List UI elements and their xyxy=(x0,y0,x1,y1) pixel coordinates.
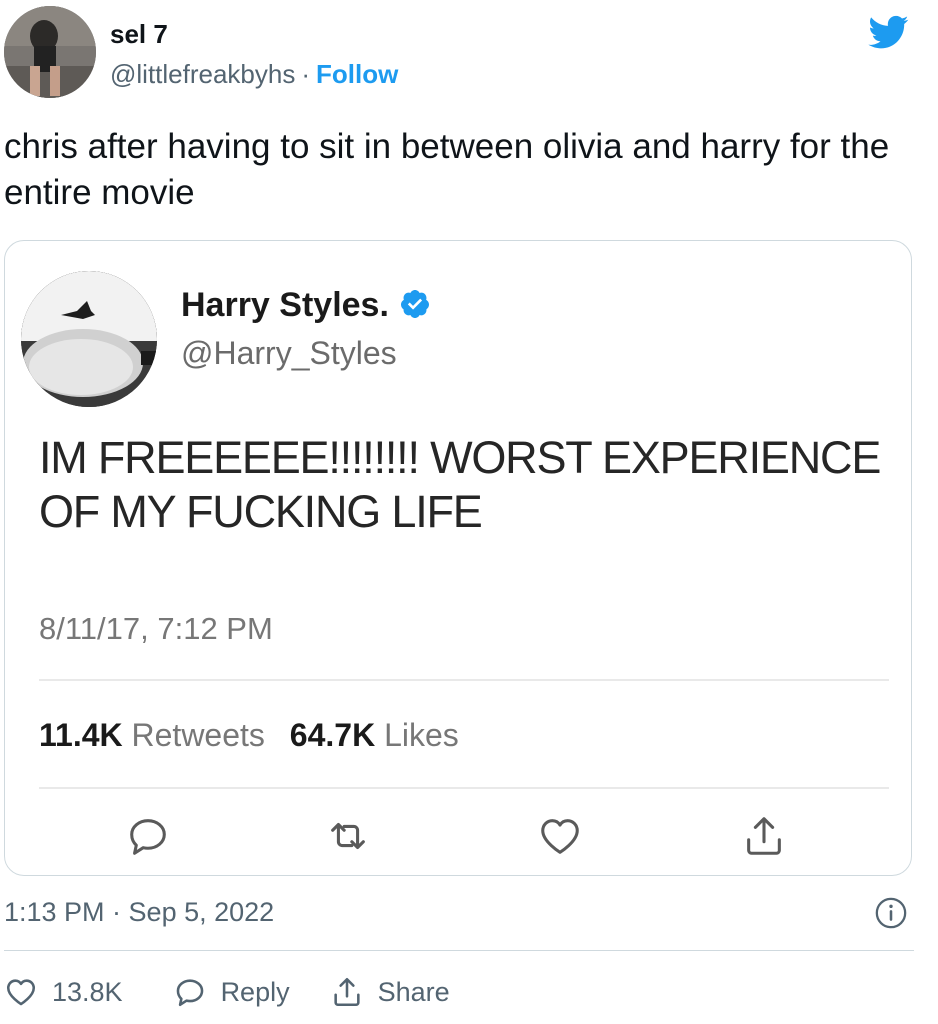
author-avatar[interactable] xyxy=(4,6,96,98)
footer-divider xyxy=(4,950,914,951)
reply-icon xyxy=(176,979,203,1007)
embedded-timestamp: 8/11/17, 7:12 PM xyxy=(39,611,273,646)
reply-button[interactable]: Reply xyxy=(173,975,290,1009)
embedded-handle: @Harry_Styles xyxy=(181,335,397,371)
embedded-likes-count: 64.7K xyxy=(289,717,376,753)
tweet-timestamp[interactable]: 1:13 PM · Sep 5, 2022 xyxy=(4,894,274,930)
author-handle-row: @littlefreakbyhs · Follow xyxy=(110,58,398,90)
like-button[interactable]: 13.8K xyxy=(4,975,123,1009)
embedded-retweets-label: Retweets xyxy=(131,717,265,753)
embedded-avatar xyxy=(21,271,157,407)
embedded-action-bar xyxy=(5,813,911,863)
author-name[interactable]: sel 7 xyxy=(110,18,168,50)
heart-icon xyxy=(541,819,579,854)
embedded-divider xyxy=(39,679,889,681)
follow-button[interactable]: Follow xyxy=(316,59,398,89)
embedded-image-card[interactable]: Harry Styles. @Harry_Styles IM FREEEEEE!… xyxy=(4,240,912,876)
verified-badge-icon xyxy=(400,290,429,318)
share-label: Share xyxy=(377,976,450,1007)
tweet-text: chris after having to sit in between oli… xyxy=(4,127,890,212)
like-count: 13.8K xyxy=(52,976,123,1007)
embedded-tweet-text: IM FREEEEEE!!!!!!!! WORST EXPERIENCE OF … xyxy=(39,432,881,537)
embedded-name-text: Harry Styles. xyxy=(181,286,389,324)
embedded-display-name: Harry Styles. xyxy=(181,285,431,325)
heart-icon xyxy=(6,979,36,1006)
reply-label: Reply xyxy=(220,976,290,1007)
embedded-divider xyxy=(39,787,889,789)
embedded-retweets-count: 11.4K xyxy=(39,717,123,753)
reply-icon xyxy=(130,819,166,855)
embedded-likes-label: Likes xyxy=(384,717,459,753)
twitter-bird-icon[interactable] xyxy=(866,12,912,52)
info-icon[interactable] xyxy=(874,896,908,930)
share-icon xyxy=(333,977,360,1007)
embedded-stats: 11.4K Retweets 64.7K Likes xyxy=(39,715,459,755)
separator-dot: · xyxy=(301,59,311,89)
tweet-action-bar: 13.8K Reply Share xyxy=(4,970,450,1014)
author-handle[interactable]: @littlefreakbyhs xyxy=(110,59,295,89)
retweet-icon xyxy=(331,822,365,850)
share-icon xyxy=(747,817,781,855)
share-button[interactable]: Share xyxy=(330,975,450,1009)
